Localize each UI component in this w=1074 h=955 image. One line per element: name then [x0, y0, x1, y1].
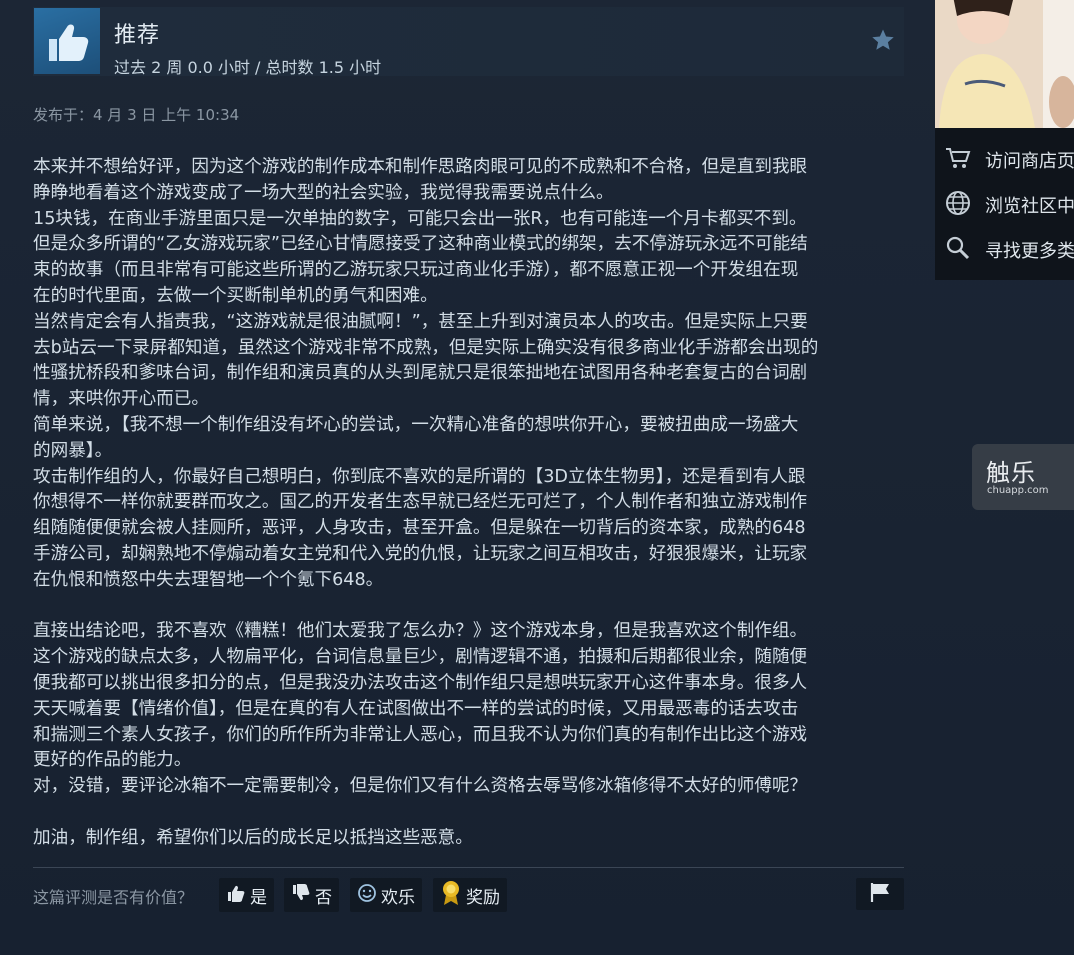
review-line: 睁睁地看着这个游戏变成了一场大型的社会实验，我觉得我需要说点什么。 [33, 182, 614, 203]
divider [33, 867, 904, 868]
vote-yes-button[interactable]: 是 [219, 878, 274, 912]
review-line: 简单来说，【我不想一个制作组没有坏心的尝试，一次精心准备的想哄你开心，要被扭曲成… [33, 414, 799, 435]
thumbs-up-icon[interactable] [34, 8, 100, 74]
recommendation-label: 推荐 [114, 23, 161, 48]
smiley-icon [357, 883, 377, 908]
review-line: 当然肯定会有人指责我，“这游戏就是很油腻啊！”，甚至上升到对演员本人的攻击。但是… [33, 311, 808, 332]
report-flag-button[interactable] [856, 878, 904, 910]
browse-community-link[interactable]: 浏览社区中 [945, 190, 1074, 220]
award-button[interactable]: 奖励 [433, 878, 507, 912]
review-line: 束的故事（而且非常有可能这些所谓的乙游玩家只玩过商业化手游），都不愿意正视一个开… [33, 260, 799, 281]
vote-yes-label: 是 [250, 887, 267, 908]
review-line: 本来并不想给好评，因为这个游戏的制作成本和制作思路肉眼可见的不成熟和不合格，但是… [33, 157, 808, 177]
review-line [33, 800, 907, 826]
review-line: 但是众多所谓的“乙女游戏玩家”已经心甘情愿接受了这种商业模式的绑架，去不停游玩永… [33, 234, 808, 255]
review-line: 便我都可以挑出很多扣分的点，但是我没办法攻击这个制作组只是想哄玩家开心这件事本身… [33, 672, 808, 693]
award-label: 奖励 [466, 887, 500, 908]
flag-icon [868, 881, 892, 907]
browse-community-label: 浏览社区中 [985, 196, 1074, 217]
vote-no-button[interactable]: 否 [284, 878, 339, 912]
vote-no-label: 否 [315, 887, 332, 908]
review-line: 在仇恨和愤怒中失去理智地一个个氪下648。 [33, 569, 384, 590]
cart-icon [945, 146, 971, 175]
game-capsule-image[interactable] [935, 0, 1074, 128]
watermark-url: chuapp.com [987, 485, 1049, 496]
thumbs-up-icon [226, 883, 246, 908]
visit-store-link[interactable]: 访问商店页 [945, 145, 1074, 175]
helpful-question: 这篇评测是否有价值？ [33, 888, 194, 907]
review-line: 的网暴】。 [33, 440, 113, 461]
vote-funny-button[interactable]: 欢乐 [350, 878, 422, 912]
review-line: 15块钱，在商业手游里面只是一次单抽的数字，可能只会出一张R，也有可能连一个月卡… [33, 208, 807, 229]
review-line: 更好的作品的能力。 [33, 750, 192, 771]
review-line: 情，来哄你开心而已。 [33, 389, 209, 410]
review-line: 加油，制作组，希望你们以后的成长足以抵挡这些恶意。 [33, 827, 473, 848]
vote-funny-label: 欢乐 [381, 887, 415, 908]
review-line: 手游公司，却娴熟地不停煽动着女主党和代入党的仇恨，让玩家之间互相攻击，好狠狠爆米… [33, 543, 808, 564]
thumbs-down-icon [291, 883, 311, 908]
review-line: 去b站云一下录屏都知道，虽然这个游戏非常不成熟，但是实际上确实没有很多商业化手游… [33, 337, 819, 358]
review-line [33, 594, 907, 620]
review-line: 攻击制作组的人，你最好自己想明白，你到底不喜欢的是所谓的【3D立体生物男】，还是… [33, 466, 806, 487]
award-icon [440, 880, 462, 911]
review-line: 组随随便便就会被人挂厕所，恶评，人身攻击，甚至开盒。但是躲在一切背后的资本家，成… [33, 518, 806, 539]
review-line: 在的时代里面，去做一个买断制单机的勇气和困难。 [33, 285, 438, 306]
review-line: 和揣测三个素人女孩子，你们的所作所为非常让人恶心，而且我不认为你们真的有制作出比… [33, 724, 808, 745]
review-text: 本来并不想给好评，因为这个游戏的制作成本和制作思路肉眼可见的不成熟和不合格，但是… [33, 155, 907, 852]
find-more-link[interactable]: 寻找更多类 [945, 235, 1074, 265]
visit-store-label: 访问商店页 [985, 151, 1074, 172]
review-line: 你想得不一样你就要群而攻之。国乙的开发者生态早就已经烂无可烂了，个人制作者和独立… [33, 492, 808, 513]
search-icon [945, 235, 971, 266]
playtime-hours: 过去 2 周 0.0 小时 / 总时数 1.5 小时 [114, 58, 382, 77]
review-line: 天天喊着要【情绪价值】，但是在真的有人在试图做出不一样的尝试的时候，又用最恶毒的… [33, 698, 799, 719]
find-more-label: 寻找更多类 [985, 241, 1074, 262]
review-line: 直接出结论吧，我不喜欢《糟糕！他们太爱我了怎么办？》这个游戏本身，但是我喜欢这个… [33, 621, 808, 642]
review-line: 对，没错，要评论冰箱不一定需要制冷，但是你们又有什么资格去辱骂修冰箱修得不太好的… [33, 776, 808, 797]
side-panel: 访问商店页 浏览社区中 寻找更多类 [935, 0, 1074, 280]
watermark: 触乐 chuapp.com [972, 444, 1074, 510]
review-line: 这个游戏的缺点太多，人物扁平化，台词信息量巨少，剧情逻辑不通，拍摄和后期都很业余… [33, 647, 808, 668]
review-line: 性骚扰桥段和爹味台词，制作组和演员真的从头到尾就只是很笨拙地在试图用各种老套复古… [33, 363, 808, 384]
star-icon[interactable] [870, 27, 896, 53]
posted-date: 发布于：4 月 3 日 上午 10:34 [33, 106, 240, 124]
review-header: 推荐 过去 2 周 0.0 小时 / 总时数 1.5 小时 [33, 7, 904, 77]
watermark-logo: 触乐 [986, 459, 1036, 487]
globe-icon [945, 190, 971, 221]
